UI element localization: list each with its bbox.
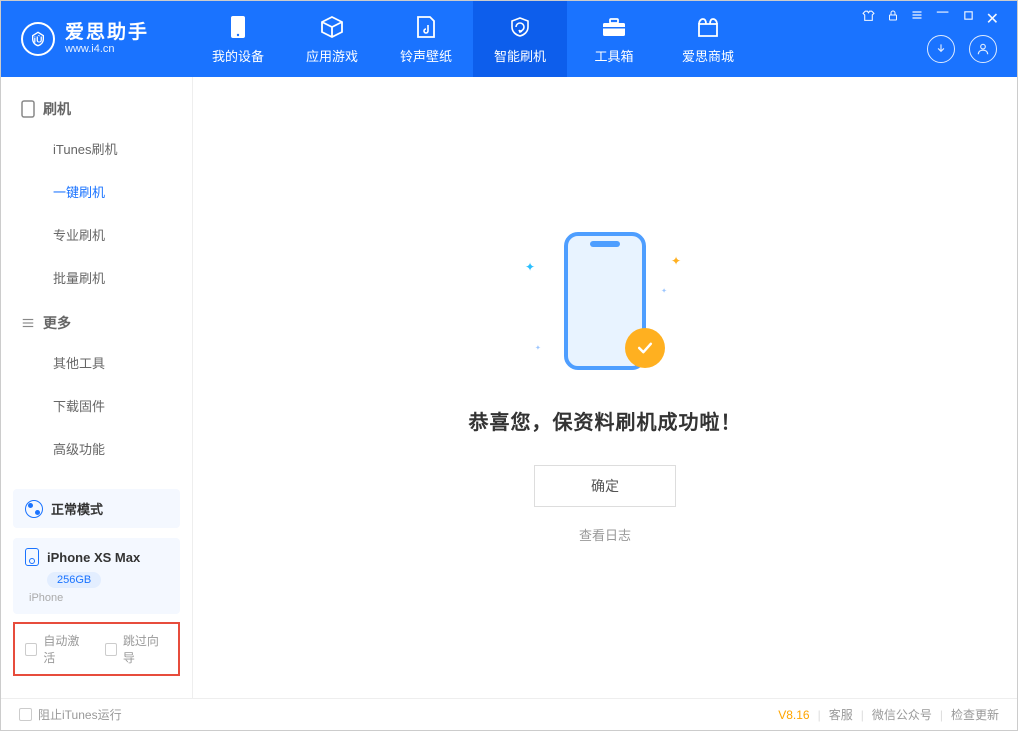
footer-bar: 阻止iTunes运行 V8.16 | 客服 | 微信公众号 | 检查更新 (1, 698, 1017, 730)
header-bar: iÙ 爱思助手 www.i4.cn 我的设备 应用游戏 铃声壁纸 智能刷机 工具… (1, 1, 1017, 77)
success-illustration: ✦ ✦ ✦ ✦ (535, 232, 675, 382)
highlighted-options: 自动激活 跳过向导 (13, 622, 180, 676)
view-log-link[interactable]: 查看日志 (579, 525, 631, 544)
sidebar-item-advanced[interactable]: 高级功能 (1, 427, 192, 470)
sidebar-item-other-tools[interactable]: 其他工具 (1, 341, 192, 384)
more-icon (21, 316, 35, 330)
logo-section[interactable]: iÙ 爱思助手 www.i4.cn (1, 22, 191, 56)
checkbox-skip-guide[interactable]: 跳过向导 (105, 632, 169, 666)
nav-tab-apps[interactable]: 应用游戏 (285, 1, 379, 77)
nav-tabs: 我的设备 应用游戏 铃声壁纸 智能刷机 工具箱 爱思商城 (191, 1, 755, 77)
wechat-link[interactable]: 微信公众号 (872, 706, 932, 723)
content-area: ✦ ✦ ✦ ✦ 恭喜您，保资料刷机成功啦！ 确定 查看日志 (193, 77, 1017, 698)
download-button[interactable] (927, 35, 955, 63)
toolbox-icon (601, 14, 627, 40)
sidebar-item-pro-flash[interactable]: 专业刷机 (1, 213, 192, 256)
update-link[interactable]: 检查更新 (951, 706, 999, 723)
phone-outline-icon (21, 100, 35, 118)
nav-tab-ringtone[interactable]: 铃声壁纸 (379, 1, 473, 77)
refresh-shield-icon (508, 14, 532, 40)
sidebar: 刷机 iTunes刷机 一键刷机 专业刷机 批量刷机 更多 其他工具 下载固件 … (1, 77, 193, 698)
sparkle-icon: ✦ (661, 287, 667, 295)
menu-icon[interactable] (911, 9, 923, 29)
checkbox-icon (19, 708, 32, 721)
lock-icon[interactable] (887, 9, 899, 29)
success-message: 恭喜您，保资料刷机成功啦！ (469, 406, 742, 435)
sidebar-item-download-firmware[interactable]: 下载固件 (1, 384, 192, 427)
phone-icon (25, 548, 39, 566)
nav-tab-device[interactable]: 我的设备 (191, 1, 285, 77)
device-name: iPhone XS Max (47, 550, 140, 565)
checkbox-icon (105, 643, 117, 656)
block-itunes-checkbox[interactable]: 阻止iTunes运行 (19, 706, 122, 723)
app-logo-icon: iÙ (21, 22, 55, 56)
maximize-icon[interactable] (963, 9, 974, 29)
version-label: V8.16 (778, 708, 809, 722)
checkbox-icon (25, 643, 37, 656)
ok-button[interactable]: 确定 (534, 465, 676, 507)
sidebar-section-more: 更多 (1, 299, 192, 341)
nav-tab-toolbox[interactable]: 工具箱 (567, 1, 661, 77)
app-title: 爱思助手 (65, 23, 149, 44)
window-controls: － ✕ (862, 1, 1003, 29)
shirt-icon[interactable] (862, 9, 875, 29)
device-icon (230, 14, 246, 40)
device-mode-box[interactable]: 正常模式 (13, 489, 180, 528)
store-icon (696, 14, 720, 40)
sidebar-item-itunes-flash[interactable]: iTunes刷机 (1, 127, 192, 170)
cube-icon (320, 14, 344, 40)
checkmark-badge-icon (625, 328, 665, 368)
sparkle-icon: ✦ (535, 344, 541, 352)
support-link[interactable]: 客服 (829, 706, 853, 723)
sidebar-item-batch-flash[interactable]: 批量刷机 (1, 256, 192, 299)
sidebar-section-flash: 刷机 (1, 85, 192, 127)
svg-text:iÙ: iÙ (34, 33, 43, 44)
storage-badge: 256GB (47, 572, 101, 588)
normal-mode-icon (25, 500, 43, 518)
app-subtitle: www.i4.cn (65, 44, 149, 55)
user-button[interactable] (969, 35, 997, 63)
checkbox-auto-activate[interactable]: 自动激活 (25, 632, 89, 666)
sidebar-item-onekey-flash[interactable]: 一键刷机 (1, 170, 192, 213)
device-info-box[interactable]: iPhone XS Max 256GB iPhone (13, 538, 180, 614)
sparkle-icon: ✦ (525, 260, 535, 274)
nav-tab-flash[interactable]: 智能刷机 (473, 1, 567, 77)
close-icon[interactable]: ✕ (986, 9, 999, 29)
device-mode-label: 正常模式 (51, 499, 103, 518)
nav-tab-store[interactable]: 爱思商城 (661, 1, 755, 77)
sparkle-icon: ✦ (671, 254, 681, 268)
minimize-icon[interactable]: － (935, 9, 951, 29)
device-type: iPhone (29, 592, 168, 604)
music-file-icon (416, 14, 436, 40)
